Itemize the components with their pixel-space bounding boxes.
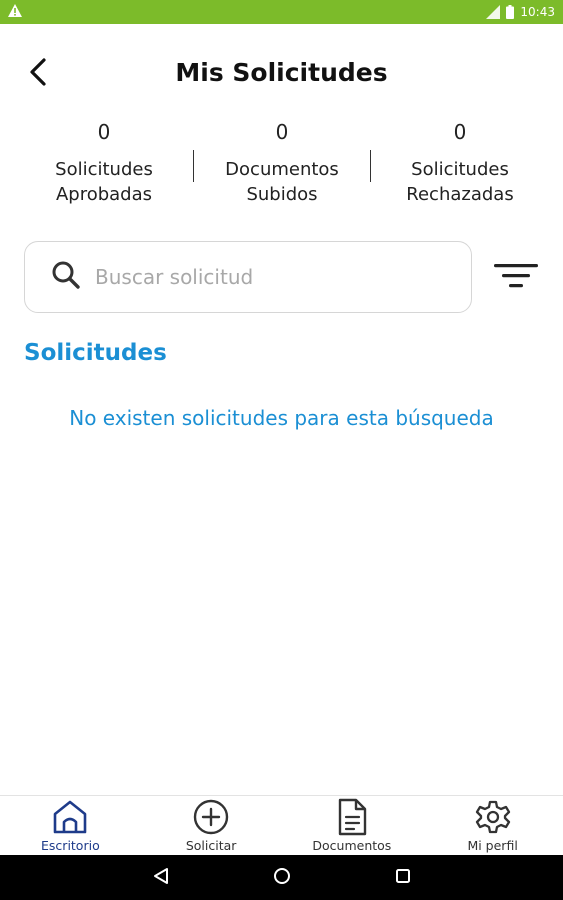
home-circle-icon <box>273 867 291 889</box>
filter-button[interactable] <box>492 260 540 296</box>
nav-label: Documentos <box>312 838 392 853</box>
bottom-navigation: Escritorio Solicitar Documentos Mi perfi… <box>0 795 563 855</box>
stat-label-line1: Solicitudes <box>411 159 509 180</box>
status-time: 10:43 <box>520 5 555 19</box>
stat-label-line1: Documentos <box>225 159 339 180</box>
system-back-button[interactable] <box>152 867 170 889</box>
stats-summary: 0 Solicitudes Aprobadas 0 Documentos Sub… <box>0 120 563 216</box>
section-title: Solicitudes <box>24 340 167 366</box>
stat-count: 0 <box>97 120 111 144</box>
stat-label-line1: Solicitudes <box>55 159 153 180</box>
filter-icon <box>494 263 538 293</box>
battery-icon <box>506 5 515 19</box>
divider <box>193 150 194 182</box>
status-bar: 10:43 <box>0 0 563 24</box>
system-recents-button[interactable] <box>395 868 411 888</box>
nav-label: Solicitar <box>185 838 237 853</box>
nav-item-solicitar[interactable]: Solicitar <box>141 796 282 855</box>
nav-item-mi-perfil[interactable]: Mi perfil <box>422 796 563 855</box>
search-icon <box>51 260 81 294</box>
stat-rejected-requests: 0 Solicitudes Rechazadas <box>375 120 545 207</box>
nav-item-documentos[interactable]: Documentos <box>282 796 423 855</box>
warning-icon <box>8 4 22 20</box>
home-icon <box>51 799 89 838</box>
search-box <box>24 241 472 313</box>
search-input[interactable] <box>95 265 435 289</box>
stat-approved-requests: 0 Solicitudes Aprobadas <box>19 120 189 207</box>
stat-uploaded-documents: 0 Documentos Subidos <box>197 120 367 207</box>
signal-icon <box>486 5 501 19</box>
back-triangle-icon <box>152 867 170 889</box>
page-title: Mis Solicitudes <box>175 58 388 87</box>
stat-label-line2: Subidos <box>246 184 318 205</box>
system-navigation-bar <box>0 855 563 900</box>
system-home-button[interactable] <box>273 867 291 889</box>
stat-count: 0 <box>453 120 467 144</box>
nav-label: Escritorio <box>41 838 100 853</box>
plus-circle-icon <box>193 799 229 838</box>
header: Mis Solicitudes <box>0 24 563 120</box>
empty-state-message: No existen solicitudes para esta búsqued… <box>69 406 494 430</box>
nav-item-escritorio[interactable]: Escritorio <box>0 796 141 855</box>
stat-label-line2: Rechazadas <box>406 184 514 205</box>
stat-count: 0 <box>275 120 289 144</box>
recents-square-icon <box>395 868 411 888</box>
gear-icon <box>475 799 511 838</box>
nav-label: Mi perfil <box>467 838 518 853</box>
document-icon <box>336 798 368 839</box>
stat-label-line2: Aprobadas <box>55 184 153 205</box>
divider <box>370 150 371 182</box>
